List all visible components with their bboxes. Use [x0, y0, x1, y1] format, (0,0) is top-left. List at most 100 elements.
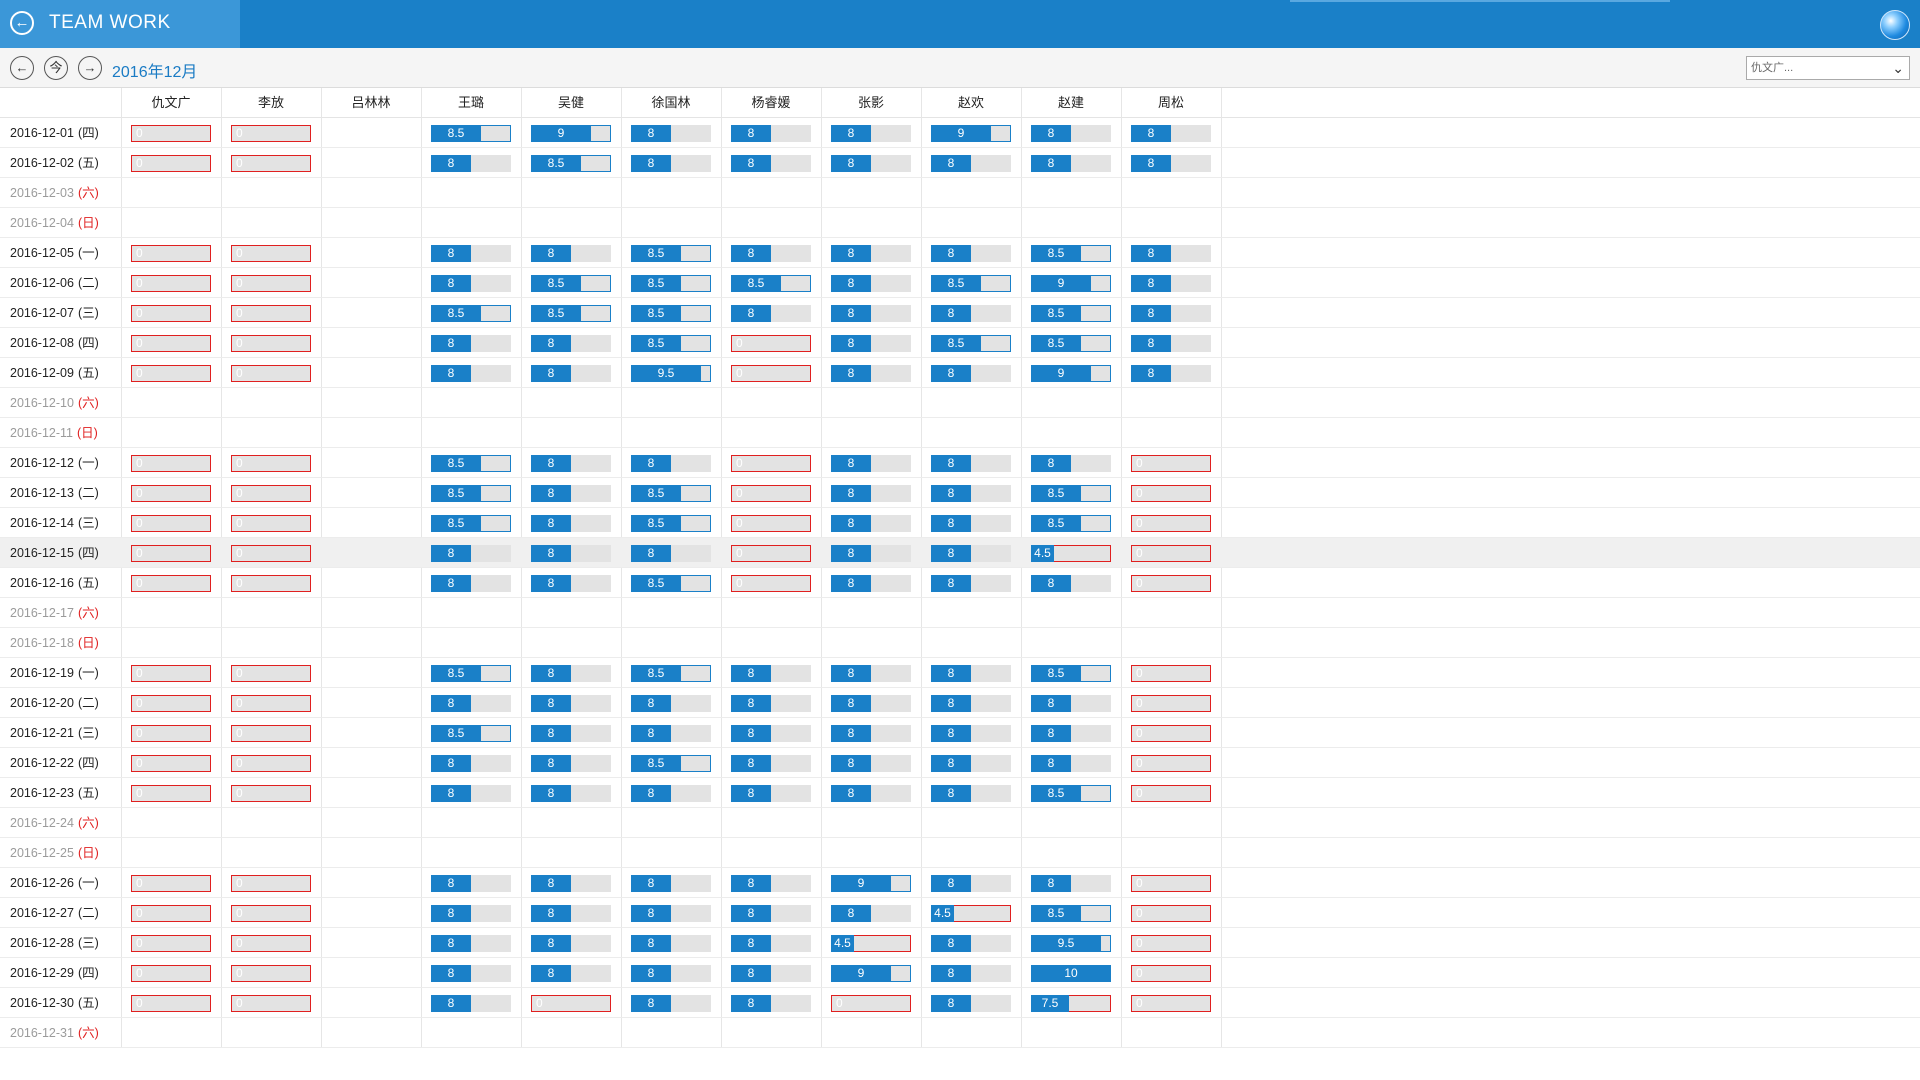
next-month-button[interactable]: → — [78, 56, 102, 80]
hours-bar[interactable]: 0 — [131, 965, 211, 982]
hours-bar[interactable]: 0 — [131, 995, 211, 1012]
hours-bar[interactable]: 0 — [131, 875, 211, 892]
hours-bar[interactable]: 8 — [631, 545, 711, 562]
hours-bar[interactable]: 8.5 — [431, 305, 511, 322]
hours-bar[interactable]: 8 — [731, 965, 811, 982]
hours-bar[interactable]: 0 — [131, 785, 211, 802]
hours-bar[interactable]: 0 — [131, 125, 211, 142]
hours-bar[interactable]: 8 — [531, 575, 611, 592]
hours-bar[interactable]: 8 — [931, 515, 1011, 532]
hours-bar[interactable]: 8 — [631, 455, 711, 472]
hours-bar[interactable]: 9 — [1031, 365, 1111, 382]
hours-bar[interactable]: 8 — [631, 125, 711, 142]
hours-bar[interactable]: 8 — [531, 935, 611, 952]
hours-bar[interactable]: 0 — [1131, 995, 1211, 1012]
hours-bar[interactable]: 8 — [631, 995, 711, 1012]
hours-bar[interactable]: 8 — [831, 695, 911, 712]
hours-bar[interactable]: 8 — [831, 515, 911, 532]
hours-bar[interactable]: 9 — [931, 125, 1011, 142]
hours-bar[interactable]: 0 — [131, 365, 211, 382]
hours-bar[interactable]: 0 — [731, 335, 811, 352]
hours-bar[interactable]: 8 — [731, 665, 811, 682]
table-row[interactable]: 2016-12-28 (三) 0 0 8 8 8 8 4.5 8 9.5 0 — [0, 928, 1920, 958]
hours-bar[interactable]: 0 — [1131, 905, 1211, 922]
hours-bar[interactable]: 8 — [431, 365, 511, 382]
hours-bar[interactable]: 8 — [931, 155, 1011, 172]
hours-bar[interactable]: 8 — [431, 905, 511, 922]
hours-bar[interactable]: 0 — [1131, 455, 1211, 472]
hours-bar[interactable]: 0 — [131, 755, 211, 772]
hours-bar[interactable]: 8.5 — [431, 485, 511, 502]
hours-bar[interactable]: 8 — [831, 155, 911, 172]
hours-bar[interactable]: 0 — [231, 935, 311, 952]
hours-bar[interactable]: 0 — [231, 695, 311, 712]
hours-bar[interactable]: 8 — [831, 305, 911, 322]
hours-bar[interactable]: 8 — [831, 275, 911, 292]
hours-bar[interactable]: 0 — [131, 275, 211, 292]
hours-bar[interactable]: 0 — [231, 245, 311, 262]
hours-bar[interactable]: 0 — [231, 455, 311, 472]
hours-bar[interactable]: 8 — [531, 515, 611, 532]
today-button[interactable]: 今 — [44, 56, 68, 80]
hours-bar[interactable]: 8 — [831, 785, 911, 802]
hours-bar[interactable]: 8 — [1131, 275, 1211, 292]
hours-bar[interactable]: 0 — [231, 485, 311, 502]
hours-bar[interactable]: 8 — [1131, 305, 1211, 322]
hours-bar[interactable]: 8 — [431, 935, 511, 952]
hours-bar[interactable]: 8 — [1131, 245, 1211, 262]
hours-bar[interactable]: 8.5 — [431, 455, 511, 472]
hours-bar[interactable]: 8 — [931, 935, 1011, 952]
hours-bar[interactable]: 8 — [831, 755, 911, 772]
hours-bar[interactable]: 8 — [431, 695, 511, 712]
hours-bar[interactable]: 8.5 — [531, 305, 611, 322]
hours-bar[interactable]: 0 — [131, 575, 211, 592]
hours-bar[interactable]: 8 — [631, 785, 711, 802]
hours-bar[interactable]: 8.5 — [931, 275, 1011, 292]
hours-bar[interactable]: 0 — [831, 995, 911, 1012]
hours-bar[interactable]: 9.5 — [631, 365, 711, 382]
hours-bar[interactable]: 8 — [931, 875, 1011, 892]
hours-bar[interactable]: 0 — [731, 575, 811, 592]
hours-bar[interactable]: 8.5 — [631, 275, 711, 292]
table-row[interactable]: 2016-12-07 (三) 0 0 8.5 8.5 8.5 8 8 8 8.5 8 — [0, 298, 1920, 328]
hours-bar[interactable]: 8 — [831, 125, 911, 142]
hours-bar[interactable]: 8 — [531, 485, 611, 502]
hours-bar[interactable]: 0 — [131, 935, 211, 952]
hours-bar[interactable]: 8.5 — [931, 335, 1011, 352]
hours-bar[interactable]: 0 — [731, 485, 811, 502]
hours-bar[interactable]: 0 — [231, 335, 311, 352]
hours-bar[interactable]: 8 — [731, 155, 811, 172]
hours-bar[interactable]: 0 — [131, 245, 211, 262]
hours-bar[interactable]: 8 — [631, 905, 711, 922]
hours-bar[interactable]: 8 — [931, 305, 1011, 322]
person-select[interactable]: 仇文广... ⌄ — [1746, 56, 1910, 80]
hours-bar[interactable]: 0 — [131, 155, 211, 172]
hours-bar[interactable]: 8 — [1031, 155, 1111, 172]
hours-bar[interactable]: 0 — [131, 545, 211, 562]
hours-bar[interactable]: 8 — [831, 665, 911, 682]
hours-bar[interactable]: 0 — [1131, 755, 1211, 772]
hours-bar[interactable]: 8 — [831, 485, 911, 502]
hours-bar[interactable]: 0 — [731, 515, 811, 532]
hours-bar[interactable]: 8 — [831, 455, 911, 472]
hours-bar[interactable]: 8 — [831, 335, 911, 352]
hours-bar[interactable]: 8 — [431, 785, 511, 802]
table-row[interactable]: 2016-12-22 (四) 0 0 8 8 8.5 8 8 8 8 0 — [0, 748, 1920, 778]
hours-bar[interactable]: 8 — [431, 875, 511, 892]
hours-bar[interactable]: 8 — [531, 755, 611, 772]
hours-bar[interactable]: 0 — [231, 725, 311, 742]
hours-bar[interactable]: 8 — [531, 665, 611, 682]
hours-bar[interactable]: 0 — [231, 125, 311, 142]
prev-month-button[interactable]: ← — [10, 56, 34, 80]
hours-bar[interactable]: 8 — [1031, 695, 1111, 712]
hours-bar[interactable]: 8 — [631, 725, 711, 742]
hours-bar[interactable]: 8 — [931, 455, 1011, 472]
hours-bar[interactable]: 0 — [531, 995, 611, 1012]
table-row[interactable]: 2016-12-15 (四) 0 0 8 8 8 0 8 8 4.5 0 — [0, 538, 1920, 568]
hours-bar[interactable]: 0 — [1131, 515, 1211, 532]
hours-bar[interactable]: 8 — [531, 695, 611, 712]
hours-bar[interactable]: 8.5 — [1031, 485, 1111, 502]
table-row[interactable]: 2016-12-16 (五) 0 0 8 8 8.5 0 8 8 8 0 — [0, 568, 1920, 598]
table-row[interactable]: 2016-12-30 (五) 0 0 8 0 8 8 0 8 7.5 0 — [0, 988, 1920, 1018]
hours-bar[interactable]: 0 — [731, 545, 811, 562]
